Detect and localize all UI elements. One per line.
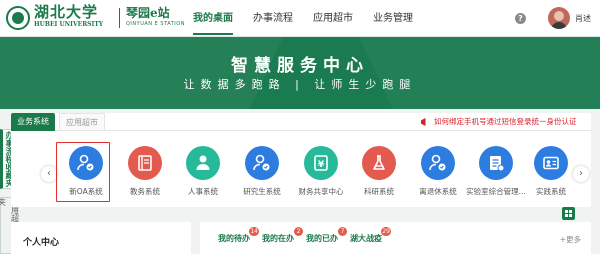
tab-my-todo[interactable]: 我的待办 14 (218, 227, 259, 244)
tab-business-systems[interactable]: 业务系统 (11, 113, 55, 131)
user-gear-icon (69, 146, 103, 180)
system-label: 新OA系统 (69, 187, 103, 196)
tab-epidemic[interactable]: 湖大战疫 29 (350, 227, 391, 244)
system-item-hr[interactable]: 人事系统 (173, 141, 233, 203)
user-gear-icon (421, 146, 455, 180)
system-item-retirement[interactable]: 离退休系统 (408, 141, 468, 203)
nav-app-market[interactable]: 应用超市 (303, 0, 363, 37)
site-sub-logo[interactable]: 琴园e站 QINYUAN E STATION (126, 5, 186, 31)
book-icon (128, 146, 162, 180)
logo-english-name: HUBEI UNIVERSITY (34, 21, 104, 28)
top-navigation-bar: 湖北大学 HUBEI UNIVERSITY 琴园e站 QINYUAN E STA… (0, 0, 600, 37)
help-icon[interactable]: ? (515, 13, 526, 24)
user-gear-icon (245, 146, 279, 180)
todo-tabs: 我的待办 14 我的在办 2 我的已办 7 湖大战疫 29 (218, 227, 394, 244)
svg-text:¥: ¥ (318, 160, 325, 170)
tab-app-market[interactable]: 应用超市 (59, 113, 105, 130)
system-item-practice[interactable]: 实践系统 (521, 141, 581, 203)
system-label: 教务系统 (130, 187, 160, 196)
personal-center-card: 个人中心 (11, 222, 191, 254)
system-item-new-oa[interactable]: 新OA系统 (56, 141, 116, 203)
service-center-banner: 智慧服务中心 让数据多跑路 | 让师生少跑腿 (0, 37, 600, 109)
money-icon: ¥ (304, 146, 338, 180)
tab-label: 我的待办 (218, 234, 250, 243)
system-label: 离退休系统 (419, 187, 457, 196)
todo-card: 我的待办 14 我的在办 2 我的已办 7 湖大战疫 29 +更多 (200, 222, 591, 254)
system-label: 实验室综合管理... (466, 187, 526, 196)
main-nav: 我的桌面 办事流程 应用超市 业务管理 (183, 0, 423, 37)
logo-chinese-name: 湖北大学 (34, 3, 99, 21)
system-item-research[interactable]: 科研系统 (349, 141, 409, 203)
grid-view-icon[interactable] (562, 207, 575, 220)
system-label: 人事系统 (188, 187, 218, 196)
count-badge: 7 (338, 227, 347, 236)
system-item-graduate[interactable]: 研究生系统 (232, 141, 292, 203)
sms-login-notice[interactable]: 如何绑定手机号通过短信登录统一身份认证 (421, 116, 577, 128)
tab-label: 我的已办 (306, 234, 338, 243)
university-logo[interactable]: 湖北大学 HUBEI UNIVERSITY (34, 4, 114, 32)
system-label: 研究生系统 (243, 187, 281, 196)
banner-title: 智慧服务中心 (231, 56, 369, 76)
personal-center-title: 个人中心 (23, 238, 60, 248)
more-link[interactable]: +更多 (560, 234, 581, 245)
panel-tabs: 业务系统 应用超市 如何绑定手机号通过短信登录统一身份认证 (11, 113, 591, 131)
user-name[interactable]: 肖述 (575, 13, 591, 24)
nav-my-desktop[interactable]: 我的桌面 (183, 0, 243, 37)
avatar[interactable] (548, 7, 570, 29)
tab-my-done[interactable]: 我的已办 7 (306, 227, 347, 244)
system-item-lab-management[interactable]: 实验室综合管理... (466, 141, 526, 203)
tab-label: 湖大战疫 (350, 234, 382, 243)
system-label: 实践系统 (536, 187, 566, 196)
tab-label: 我的在办 (262, 234, 294, 243)
tab-my-in-progress[interactable]: 我的在办 2 (262, 227, 303, 244)
nav-process[interactable]: 办事流程 (243, 0, 303, 37)
system-item-academic[interactable]: 教务系统 (115, 141, 175, 203)
person-icon (186, 146, 220, 180)
systems-panel: 业务系统 应用超市 如何绑定手机号通过短信登录统一身份认证 ‹ › 新OA系统 … (11, 113, 591, 207)
count-badge: 2 (294, 227, 303, 236)
site-sub-name: 琴园e站 (126, 6, 170, 20)
system-label: 财务共享中心 (298, 187, 344, 196)
banner-subtitle: 让数据多跑路 | 让师生少跑腿 (183, 78, 417, 91)
university-seal-logo[interactable] (6, 6, 30, 30)
logo-divider (119, 8, 120, 28)
flask-icon (362, 146, 396, 180)
notice-text: 如何绑定手机号通过短信登录统一身份认证 (434, 117, 577, 126)
count-badge: 14 (249, 227, 259, 236)
nav-business-management[interactable]: 业务管理 (363, 0, 423, 37)
carousel-prev-button[interactable]: ‹ (41, 166, 57, 182)
megaphone-icon (421, 118, 426, 126)
site-sub-english: QINYUAN E STATION (126, 21, 185, 27)
count-badge: 29 (381, 227, 391, 236)
lab-doc-icon (479, 146, 513, 180)
system-item-finance[interactable]: ¥ 财务共享中心 (291, 141, 351, 203)
system-label: 科研系统 (364, 187, 394, 196)
id-card-icon (534, 146, 568, 180)
